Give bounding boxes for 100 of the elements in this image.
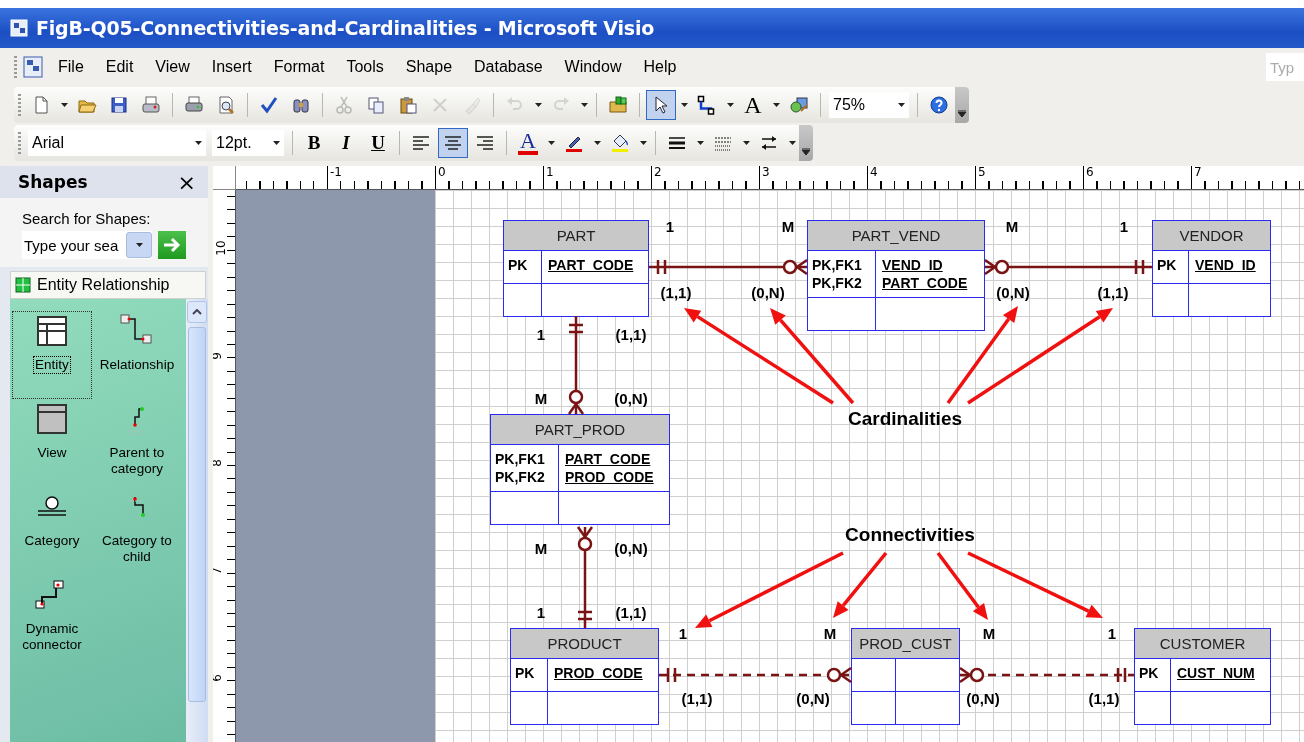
font-color-button[interactable]: A [513, 128, 543, 158]
scissors-icon [334, 95, 354, 115]
bold-button[interactable]: B [299, 128, 329, 158]
entity-name: PRODUCT [547, 635, 622, 652]
attribute-name: PROD_CODE [554, 664, 643, 682]
connector-icon [697, 95, 717, 115]
caret-icon [639, 141, 647, 145]
cardinality-label: 1 [536, 325, 546, 343]
scroll-up-button[interactable] [187, 301, 207, 323]
entity-name: VENDOR [1179, 227, 1244, 244]
double-arrow-icon [759, 133, 779, 153]
entity-table[interactable]: PART_VEND PK,FK1 PK,FK2 VEND_ID PART_CODE [807, 220, 985, 331]
italic-button[interactable]: I [331, 128, 361, 158]
key-label: PK [515, 664, 536, 682]
caret-icon [580, 103, 588, 107]
key-label: PK,FK1 [495, 450, 546, 468]
font-field[interactable]: Arial [28, 130, 206, 156]
text-tool-button[interactable]: A [738, 90, 768, 120]
caret-icon [60, 103, 68, 107]
pointer-button[interactable] [646, 90, 676, 120]
align-center-button[interactable] [438, 128, 468, 158]
font-size-field[interactable]: 12pt. [212, 130, 284, 156]
cardinality-label: M [534, 389, 548, 407]
fill-shape-icon [789, 95, 809, 115]
cardinality-label: M [982, 624, 996, 642]
menu-item[interactable]: Tools [335, 56, 395, 78]
search-label: Search for Shapes: [22, 210, 152, 227]
entity-table[interactable]: PRODUCT PK PROD_CODE [510, 628, 659, 725]
entity-table[interactable]: PART PK PART_CODE [503, 220, 649, 317]
entity-name: PART_VEND [851, 227, 941, 244]
caret-icon [898, 103, 905, 107]
toolbar-options-icon[interactable] [958, 110, 966, 117]
cardinality-label: (0,N) [996, 283, 1030, 301]
callout-label: Connectivities [845, 524, 975, 546]
caret-icon [547, 141, 555, 145]
cardinality-label: (1,1) [660, 283, 692, 301]
menu-item[interactable]: View [144, 56, 201, 78]
caret-icon [772, 103, 780, 107]
entity-name: PART_PROD [534, 421, 626, 438]
cardinality-label: (0,N) [796, 689, 830, 707]
cardinality-label: (0,N) [614, 539, 648, 557]
menu-item[interactable]: File [47, 56, 95, 78]
key-label: PK,FK1 [812, 256, 863, 274]
help-search-field[interactable]: Typ [1266, 53, 1304, 81]
caret-icon [273, 141, 280, 145]
app-icon [10, 19, 28, 37]
entity-table[interactable]: VENDOR PK VEND_ID [1152, 220, 1271, 317]
close-button[interactable]: × [173, 169, 200, 195]
menu-item[interactable]: Help [632, 56, 688, 78]
entity-table[interactable]: CUSTOMER PK CUST_NUM [1134, 628, 1271, 725]
attribute-name: CUST_NUM [1177, 664, 1255, 682]
ruler-corner [213, 166, 236, 190]
cardinality-label: (0,N) [614, 389, 648, 407]
cardinality-label: M [781, 217, 795, 235]
cardinality-label: M [1005, 217, 1019, 235]
entity-name: CUSTOMER [1159, 635, 1246, 652]
cardinality-label: 1 [665, 217, 675, 235]
stencil-title[interactable]: Entity Relationship [10, 271, 206, 299]
entity-table[interactable]: PART_PROD PK,FK1 PK,FK2 PART_CODE PROD_CODE [490, 414, 670, 525]
attribute-name: PART_CODE [548, 256, 634, 274]
attribute-name: VEND_ID [1195, 256, 1256, 274]
cardinality-label: 1 [1119, 217, 1129, 235]
menu-item[interactable]: Shape [394, 56, 464, 78]
menu-item[interactable]: Database [463, 56, 554, 78]
cardinality-label: (1,1) [1088, 689, 1120, 707]
caret-icon [696, 141, 704, 145]
align-center-icon [443, 133, 463, 153]
grid-icon [15, 277, 31, 293]
caret-icon [135, 243, 143, 247]
caret-icon [742, 141, 750, 145]
go-button[interactable] [158, 231, 186, 259]
menu-item[interactable]: Edit [94, 56, 145, 78]
key-label: PK,FK2 [812, 274, 863, 292]
underline-button[interactable]: U [363, 128, 393, 158]
callout-label: Cardinalities [848, 408, 962, 430]
menu-item[interactable]: Format [262, 56, 336, 78]
cardinality-label: 1 [1107, 624, 1117, 642]
caret-icon [534, 103, 542, 107]
scrollbar-thumb[interactable] [188, 327, 206, 702]
entity-name: PROD_CUST [859, 635, 952, 652]
align-left-icon [411, 133, 431, 153]
attribute-name: PART_CODE [882, 274, 968, 292]
cardinality-label: (1,1) [681, 689, 713, 707]
caret-icon [593, 141, 601, 145]
key-label: PK [1157, 256, 1178, 274]
window-title: FigB-Q05-Connectivities-and-Cardinalities - Microsoft Visio [36, 17, 655, 39]
key-label: PK [508, 256, 529, 274]
stencil-folder-icon [608, 95, 628, 115]
caret-icon [680, 103, 688, 107]
menu-item[interactable]: Window [553, 56, 633, 78]
cardinality-label: M [823, 624, 837, 642]
toolbar-options-icon[interactable] [802, 148, 810, 155]
menu-item[interactable]: Insert [200, 56, 263, 78]
entity-table[interactable]: PROD_CUST [851, 628, 960, 725]
cardinality-label: (1,1) [1097, 283, 1129, 301]
horizontal-ruler: -1 0 1 2 3 4 5 6 7 [236, 166, 1304, 190]
search-field[interactable]: Type your sea [22, 231, 152, 259]
clipboard-icon [398, 95, 418, 115]
paint-bucket-icon [610, 133, 630, 153]
zoom-field[interactable]: 75% [829, 92, 909, 118]
